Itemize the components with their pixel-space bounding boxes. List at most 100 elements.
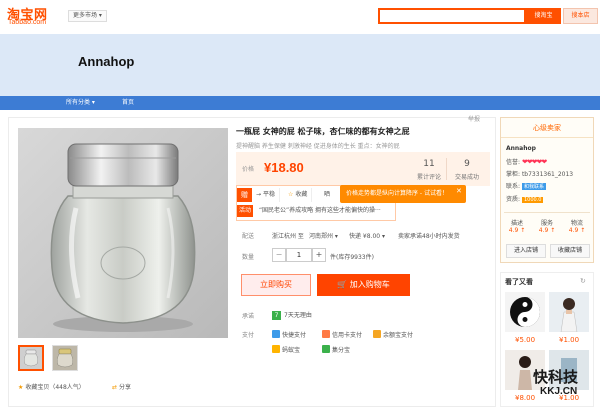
seven-day-badge-icon: 7 (272, 311, 281, 320)
stock-text: 件(库存9933件) (330, 254, 374, 261)
favorite-shop-button[interactable]: 收藏店铺 (550, 244, 590, 258)
seller-level-header: 心级卖家 (501, 118, 593, 138)
shop-banner: Annahop (0, 34, 600, 96)
mayibao-icon (272, 345, 280, 353)
nav-home[interactable]: 首页 (122, 96, 134, 110)
quantity-input[interactable]: 1 (286, 248, 312, 262)
glass-jar-image (18, 128, 228, 338)
shop-nav-bar: 所有分类 ▾ 首页 (0, 96, 600, 110)
qualification-label: 资质: (506, 196, 521, 203)
item-subtitle: 提神醒脑 养生保健 刺激神经 促进身体的生长 重点：女神的屁 (236, 143, 400, 150)
deposit-badge[interactable]: 1000.0 (521, 197, 544, 203)
seller-name[interactable]: Annahop (506, 145, 536, 152)
thumbnail-jar-image (20, 347, 42, 369)
report-link[interactable]: 举报 (468, 114, 480, 123)
delivery-from: 浙江杭州 至 (272, 233, 304, 240)
score-service[interactable]: 服务 4.9 ↑ (533, 218, 561, 234)
pay-method-credit[interactable]: 信用卡支付 (322, 330, 362, 339)
seller-qualification-row: 资质: 1000.0 (506, 194, 544, 203)
buy-now-button[interactable]: 立即购买 (241, 274, 311, 296)
top-bar: 淘宝网 Taobao.com 更多市场 ▾ 搜淘宝 搜本店 (0, 0, 600, 30)
quick-pay-icon (272, 330, 280, 338)
promotion-badge[interactable]: 赠 (237, 188, 252, 202)
see-also-item-1[interactable] (505, 292, 545, 332)
product-thumbnail-2[interactable] (52, 345, 78, 371)
shopkeeper-label: 掌柜: (506, 171, 521, 178)
item-title: 一瓶屁 女神的屁 松子味，杏仁味的都有女神之屁 (236, 127, 410, 136)
delivery-label: 配送 (242, 233, 255, 240)
heart-rating-icon: ❤❤❤❤❤ (521, 158, 547, 166)
stat-divider (446, 158, 447, 180)
price-panel: 价格 ¥18.80 11 累计评论 9 交易成功 (236, 152, 490, 186)
search-input[interactable] (378, 8, 526, 24)
score-logistics[interactable]: 物流 4.9 ↑ (563, 218, 591, 234)
activity-text: “国民老公”养成攻略 拥有这些才能偏快的操··· (258, 207, 381, 214)
pay-method-mayibao[interactable]: 蚂蚁宝 (272, 345, 300, 354)
price-trend-tooltip: 价格走势都是纵向计算降序 - 试试看！ (340, 185, 466, 203)
shopkeeper-id[interactable]: tb7331361_2013 (522, 171, 573, 178)
delivery-to-dropdown[interactable]: 河南郑州 ▾ (309, 231, 338, 240)
thumbnail-jar-image (53, 346, 77, 370)
seller-divider (504, 212, 590, 213)
refresh-icon[interactable]: ↻ (580, 277, 586, 285)
see-also-item-2[interactable] (549, 292, 589, 332)
favorite-item-link[interactable]: ★ 收藏宝贝（448人气） (18, 382, 85, 391)
yuebao-icon (373, 330, 381, 338)
watermark-url: KKJ.CN (540, 386, 578, 397)
see-also-price-3: ¥8.00 (515, 394, 536, 402)
cart-icon: 🛒 (337, 280, 348, 289)
payment-label: 支付 (242, 332, 255, 339)
contact-seller-button[interactable]: 和我联系 (521, 183, 546, 190)
market-dropdown[interactable]: 更多市场 ▾ (68, 10, 107, 22)
share-label: 分享 (118, 384, 131, 391)
seller-id-row: 掌柜: tb7331361_2013 (506, 169, 573, 178)
close-icon[interactable]: ✕ (456, 187, 462, 195)
nav-all-categories[interactable]: 所有分类 ▾ (66, 96, 95, 110)
activity-row[interactable]: 活动 “国民老公”养成攻略 拥有这些才能偏快的操··· (237, 205, 381, 217)
product-main-image[interactable] (18, 128, 228, 338)
credit-card-icon (322, 330, 330, 338)
search-taobao-button[interactable]: 搜淘宝 (526, 8, 561, 24)
ship-promise: 卖家承诺48小时内发货 (398, 233, 460, 240)
price-label: 价格 (242, 166, 255, 173)
credit-label: 信誉: (506, 159, 521, 166)
deals-count[interactable]: 9 (452, 159, 482, 169)
product-thumbnail-1[interactable] (18, 345, 44, 371)
seven-day-return[interactable]: 7 7天无理由 (272, 310, 312, 320)
search-shop-button[interactable]: 搜本店 (563, 8, 598, 24)
add-to-cart-button[interactable]: 🛒 加入购物车 (317, 274, 410, 296)
reviews-count[interactable]: 11 (414, 159, 444, 169)
taobao-logo-url[interactable]: Taobao.com (8, 19, 46, 26)
see-also-title: 看了又看 (505, 278, 533, 286)
share-order-button[interactable]: 晒 (324, 188, 334, 202)
see-also-price-1: ¥5.00 (515, 336, 536, 344)
seller-credit-row: 信誉: ❤❤❤❤❤ (506, 157, 547, 166)
favorite-count-label: 收藏宝贝（448人气） (25, 384, 85, 391)
shop-name[interactable]: Annahop (78, 54, 134, 69)
quantity-label: 数量 (242, 254, 255, 261)
pay-method-jifenbao[interactable]: 集分宝 (322, 345, 350, 354)
share-link[interactable]: ⇄ 分享 (112, 382, 131, 391)
score-description[interactable]: 描述 4.9 ↑ (503, 218, 531, 234)
arrow-right-icon: → (256, 191, 262, 198)
pay-method-quick[interactable]: 快捷支付 (272, 330, 306, 339)
promise-label: 承诺 (242, 313, 255, 320)
favorite-button[interactable]: ☆ 收藏 (288, 188, 313, 202)
activity-tag: 活动 (237, 205, 254, 217)
price-trend-button[interactable]: → 平稳 (256, 188, 280, 202)
pay-method-yuebao[interactable]: 余额宝支付 (373, 330, 413, 339)
star-icon: ★ (18, 384, 24, 391)
enter-shop-button[interactable]: 进入店铺 (506, 244, 546, 258)
shipping-fee-dropdown[interactable]: 快递 ¥8.00 ▾ (349, 231, 385, 240)
quantity-decrease-button[interactable]: − (272, 248, 286, 262)
seller-contact-row: 联系: 和我联系 (506, 181, 546, 190)
yin-yang-image (505, 292, 545, 332)
contact-label: 联系: (506, 183, 521, 190)
deals-label: 交易成功 (454, 174, 479, 181)
price-value: ¥18.80 (264, 160, 304, 175)
see-also-price-2: ¥1.00 (559, 336, 580, 344)
quantity-increase-button[interactable]: + (312, 248, 326, 262)
seller-panel (500, 117, 594, 263)
figure-image (549, 292, 589, 332)
jifenbao-icon (322, 345, 330, 353)
